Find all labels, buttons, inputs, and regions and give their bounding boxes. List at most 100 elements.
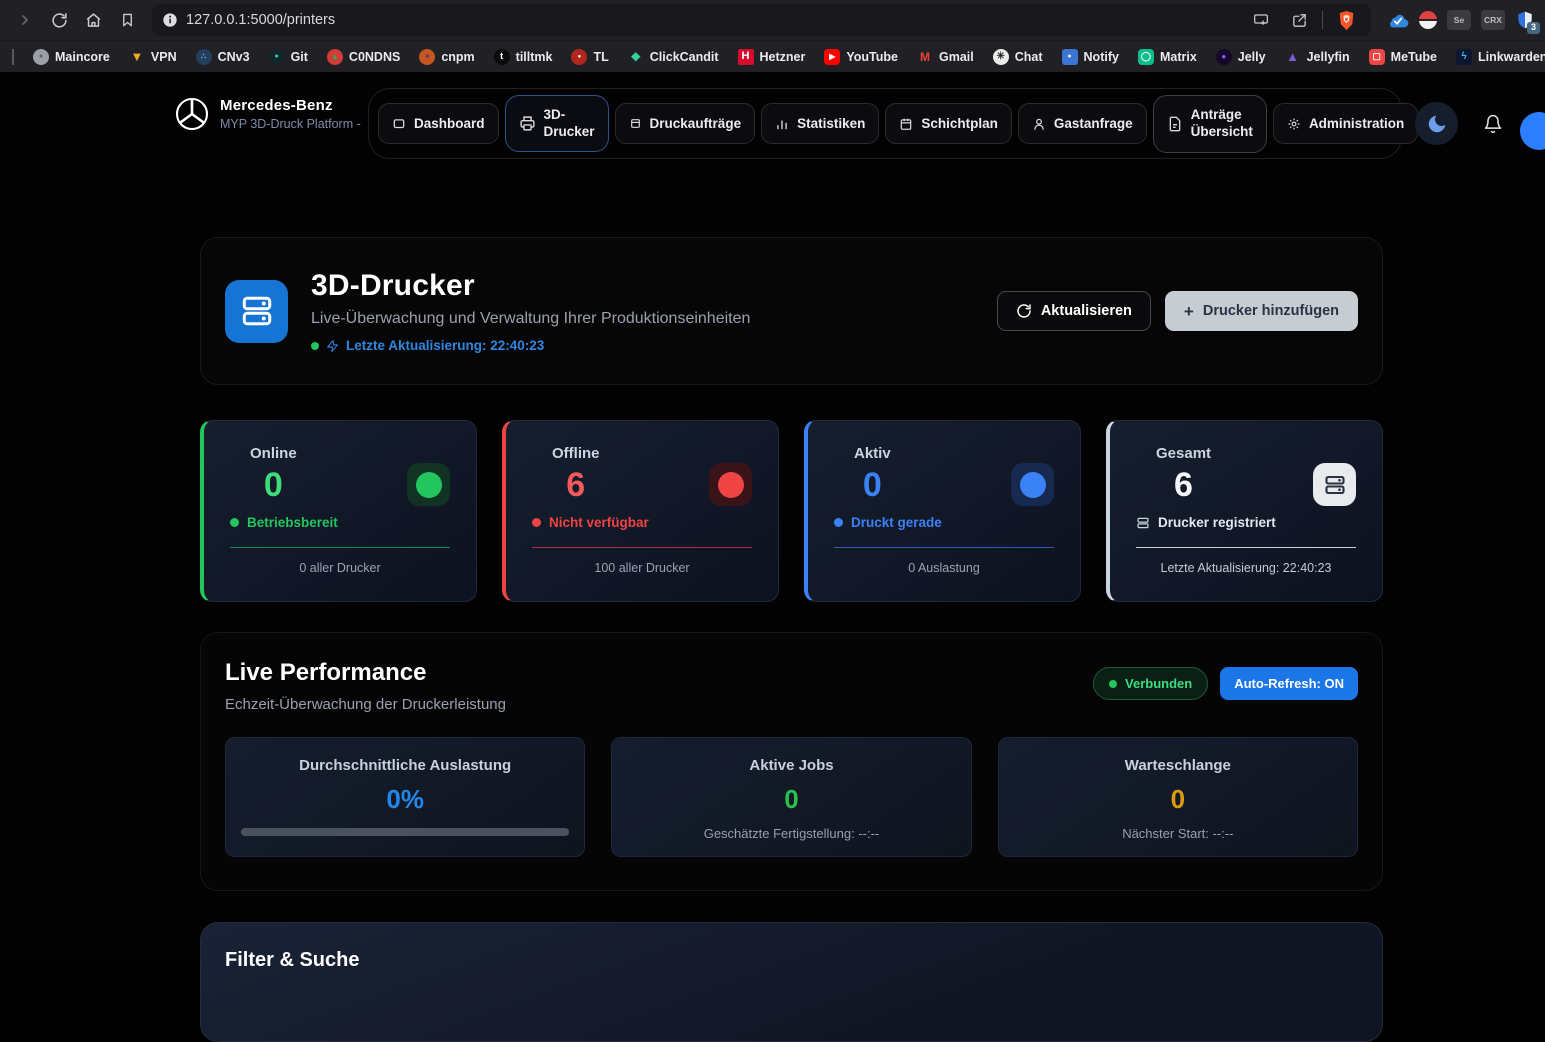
page-subtitle: Live-Überwachung und Verwaltung Ihrer Pr… xyxy=(311,310,750,328)
gear-icon xyxy=(1287,117,1301,131)
bookmark-item[interactable]: ●Git xyxy=(269,49,308,65)
add-printer-button[interactable]: + Drucker hinzufügen xyxy=(1165,291,1358,331)
metric-average-load: Durchschnittliche Auslastung 0% xyxy=(225,737,585,857)
bookmark-item[interactable]: MGmail xyxy=(917,49,974,65)
nav-druckauftraege[interactable]: Druckaufträge xyxy=(615,103,756,144)
nav-3d-drucker[interactable]: 3D-Drucker xyxy=(505,95,609,152)
shield-extension-icon[interactable]: 3 xyxy=(1515,10,1535,30)
urlbar-divider xyxy=(1322,11,1323,29)
divider xyxy=(230,547,450,548)
stat-title: Offline xyxy=(552,445,600,462)
bookmark-item[interactable]: ▼VPN xyxy=(129,49,177,65)
load-progress-bar xyxy=(241,828,569,836)
nav-right-controls xyxy=(1415,72,1545,176)
home-icon[interactable] xyxy=(78,5,108,35)
printer-stats-row: Online 0 Betriebsbereit 0 aller Drucker … xyxy=(200,420,1383,602)
favicon: ● xyxy=(571,49,587,65)
bookmark-item[interactable]: ttilltmk xyxy=(494,49,553,65)
bookmark-item[interactable]: ◯Matrix xyxy=(1138,49,1197,65)
stat-title: Online xyxy=(250,445,297,462)
favicon: ◯ xyxy=(1138,49,1154,65)
bookmark-item[interactable]: ▢MeTube xyxy=(1369,49,1437,65)
extension-cluster: Se CRX 3 xyxy=(1387,10,1535,30)
bookmark-item[interactable]: HHetzner xyxy=(738,49,806,65)
active-status-icon xyxy=(1011,463,1054,506)
share-icon[interactable] xyxy=(1284,5,1314,35)
bookmark-item[interactable]: ϟLinkwarden xyxy=(1456,49,1545,65)
mercedes-logo-icon xyxy=(174,96,210,132)
connected-badge: Verbunden xyxy=(1093,667,1208,700)
stat-status: Betriebsbereit xyxy=(230,515,450,530)
status-dot xyxy=(311,342,319,350)
stat-status: Druckt gerade xyxy=(834,515,1054,530)
nav-gastanfrage[interactable]: Gastanfrage xyxy=(1018,103,1147,144)
stat-footer: 0 aller Drucker xyxy=(230,561,450,575)
bookmark-item[interactable]: ●Jelly xyxy=(1216,49,1266,65)
bookmark-item[interactable]: ●Maincore xyxy=(33,49,110,65)
bookmark-item[interactable]: ●cnpm xyxy=(419,49,474,65)
site-info-icon[interactable] xyxy=(162,12,178,28)
favicon: H xyxy=(738,49,754,65)
send-to-device-icon[interactable] xyxy=(1246,5,1276,35)
stat-value: 6 xyxy=(1174,468,1193,502)
nav-dashboard[interactable]: Dashboard xyxy=(378,103,499,144)
favicon: ● xyxy=(269,49,285,65)
refresh-icon xyxy=(1016,303,1032,319)
stat-card-offline: Offline 6 Nicht verfügbar 100 aller Druc… xyxy=(502,420,779,602)
reload-icon[interactable] xyxy=(44,5,74,35)
package-icon xyxy=(629,117,642,130)
url-bar[interactable]: 127.0.0.1:5000/printers xyxy=(152,4,1371,36)
nav-antraege-uebersicht[interactable]: AnträgeÜbersicht xyxy=(1153,95,1267,153)
auto-refresh-toggle[interactable]: Auto-Refresh: ON xyxy=(1220,667,1358,700)
favicon: ▢ xyxy=(1369,49,1385,65)
performance-title: Live Performance xyxy=(225,659,506,687)
brave-shield-icon[interactable] xyxy=(1331,5,1361,35)
bookmark-item[interactable]: ●TL xyxy=(571,49,608,65)
bookmark-item[interactable]: ●Notify xyxy=(1062,49,1119,65)
notifications-bell-icon[interactable] xyxy=(1483,114,1503,134)
bookmark-item[interactable]: ∴CNv3 xyxy=(196,49,250,65)
bookmarks-bar: ●Maincore ▼VPN ∴CNv3 ●Git ▴C0NDNS ●cnpm … xyxy=(0,40,1545,72)
favicon: ● xyxy=(1062,49,1078,65)
favicon: ϟ xyxy=(1456,49,1472,65)
nav-schichtplan[interactable]: Schichtplan xyxy=(885,103,1012,144)
total-printers-icon xyxy=(1313,463,1356,506)
app-navbar: Mercedes-Benz MYP 3D-Druck Platform - Da… xyxy=(0,72,1545,176)
nav-statistiken[interactable]: Statistiken xyxy=(761,103,879,144)
bookmark-icon[interactable] xyxy=(112,5,142,35)
favicon: ∴ xyxy=(196,49,212,65)
pokeball-extension-icon[interactable] xyxy=(1419,11,1437,29)
divider xyxy=(834,547,1054,548)
theme-toggle-button[interactable] xyxy=(1415,102,1458,145)
stat-card-online: Online 0 Betriebsbereit 0 aller Drucker xyxy=(200,420,477,602)
printer-icon xyxy=(519,115,536,132)
calendar-icon xyxy=(899,117,913,131)
bookmark-item[interactable]: ▶YouTube xyxy=(824,49,898,65)
bookmark-item[interactable]: ▲Jellyfin xyxy=(1285,49,1350,65)
favicon: ▼ xyxy=(129,49,145,65)
bookmark-item[interactable]: ❖ClickCandit xyxy=(628,49,719,65)
file-text-icon xyxy=(1167,116,1183,132)
bookmark-item[interactable]: ▴C0NDNS xyxy=(327,49,400,65)
favicon: ● xyxy=(33,49,49,65)
stat-card-gesamt: Gesamt 6 Drucker registriert Letzte Aktu… xyxy=(1106,420,1383,602)
favicon: t xyxy=(494,49,510,65)
plus-icon: + xyxy=(1184,303,1194,320)
user-icon xyxy=(1032,117,1046,131)
user-avatar[interactable] xyxy=(1520,112,1545,150)
brand[interactable]: Mercedes-Benz MYP 3D-Druck Platform - xyxy=(174,96,361,132)
cloud-sync-extension-icon[interactable] xyxy=(1387,12,1409,28)
stat-title: Gesamt xyxy=(1156,445,1211,462)
favicon: ▲ xyxy=(1285,49,1301,65)
forward-icon[interactable] xyxy=(10,5,40,35)
stat-footer: 0 Auslastung xyxy=(834,561,1054,575)
refresh-button[interactable]: Aktualisieren xyxy=(997,291,1151,331)
nav-administration[interactable]: Administration xyxy=(1273,103,1418,144)
stat-value: 0 xyxy=(264,468,283,502)
url-text[interactable]: 127.0.0.1:5000/printers xyxy=(186,12,335,28)
selenium-extension-icon[interactable]: Se xyxy=(1447,10,1471,30)
brand-tagline: MYP 3D-Druck Platform - xyxy=(220,117,361,131)
bookmark-item[interactable]: ✳Chat xyxy=(993,49,1043,65)
favicon: ❖ xyxy=(628,49,644,65)
crx-extension-icon[interactable]: CRX xyxy=(1481,10,1505,30)
